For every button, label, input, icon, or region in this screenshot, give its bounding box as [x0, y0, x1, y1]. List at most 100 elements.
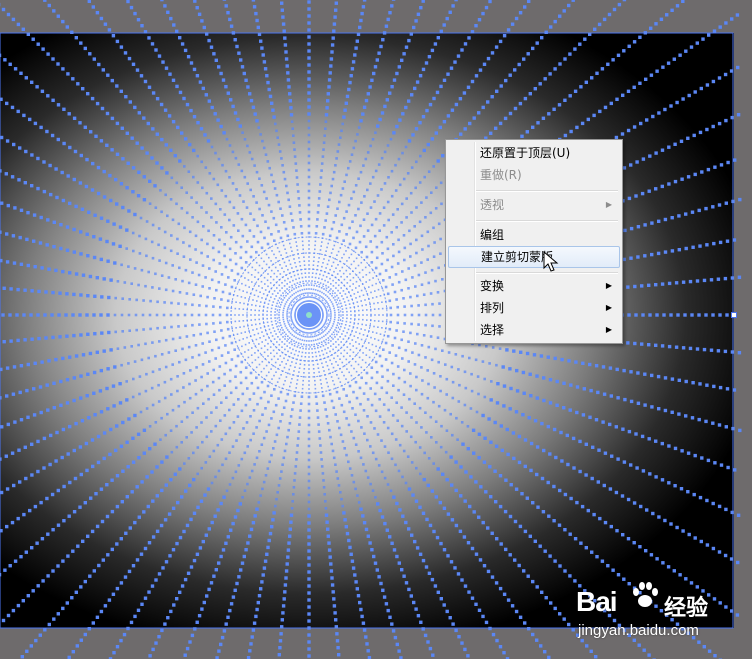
ray-dot: [56, 62, 60, 66]
ray-dot: [52, 617, 56, 621]
ray-dot: [389, 320, 392, 324]
ray-dot: [12, 142, 16, 147]
ray-dot: [58, 335, 62, 339]
ray-dot: [310, 344, 313, 346]
menu-item-redo[interactable]: 重做(R): [448, 164, 620, 186]
ray-dot: [150, 240, 154, 244]
ray-dot: [350, 364, 353, 367]
ray-dot: [307, 231, 311, 235]
ray-dot: [376, 194, 380, 197]
ray-dot: [322, 479, 325, 482]
ray-dot: [248, 298, 250, 300]
ray-dot: [478, 558, 483, 562]
ray-dot: [85, 394, 89, 398]
ray-dot: [160, 353, 164, 356]
ray-dot: [198, 323, 201, 326]
selection-handle-right[interactable]: [731, 312, 737, 318]
ray-dot: [147, 590, 151, 594]
ray-dot: [5, 394, 9, 398]
ray-dot: [93, 413, 97, 417]
ray-dot: [159, 102, 164, 107]
ray-dot: [160, 0, 164, 2]
ray-dot: [307, 182, 311, 186]
ray-dot: [339, 381, 342, 383]
ray-dot: [284, 399, 288, 403]
ray-dot: [567, 622, 571, 627]
ray-dot: [279, 207, 282, 210]
ray-dot: [308, 280, 310, 282]
menu-item-perspective[interactable]: 透视 ▶: [448, 194, 620, 216]
ray-dot: [25, 649, 29, 653]
ray-dot: [300, 395, 304, 398]
ray-dot: [353, 53, 357, 57]
ray-dot: [390, 361, 394, 365]
menu-item-select[interactable]: 选择 ▶: [448, 319, 620, 341]
ray-dot: [225, 396, 228, 399]
menu-item-make-clipping-mask[interactable]: 建立剪切蒙版: [448, 246, 620, 268]
ray-dot: [270, 233, 273, 236]
ray-dot: [65, 292, 69, 296]
ray-dot: [361, 304, 363, 307]
ray-dot: [404, 348, 408, 352]
ray-dot: [459, 465, 463, 469]
ray-dot: [294, 297, 296, 299]
radial-dot-rays-artwork[interactable]: [0, 0, 752, 659]
ray-dot: [210, 348, 214, 352]
ray-dot: [371, 343, 374, 346]
ray-dot: [74, 354, 79, 358]
ray-dot: [111, 34, 116, 38]
ray-dot: [302, 376, 305, 378]
ray-dot: [307, 224, 311, 228]
ray-dot: [114, 448, 118, 453]
ray-dot: [128, 100, 132, 104]
ray-dot: [278, 377, 281, 380]
ray-dot: [352, 190, 356, 194]
ray-dot: [62, 519, 66, 523]
ray-dot: [280, 618, 284, 622]
ray-dot: [424, 61, 429, 65]
ray-dot: [244, 284, 247, 287]
menu-item-group[interactable]: 编组: [448, 224, 620, 246]
ray-dot: [307, 154, 311, 158]
ray-dot: [384, 602, 389, 606]
ray-dot: [589, 388, 593, 393]
ray-dot: [498, 504, 503, 509]
ray-dot: [102, 195, 107, 199]
ray-dot: [397, 65, 401, 69]
ray-dot: [204, 351, 207, 354]
menu-item-undo-bring-to-front[interactable]: 还原置于顶层(U): [448, 142, 620, 164]
ray-dot: [280, 1, 284, 5]
ray-dot: [327, 78, 332, 82]
ray-dot: [261, 297, 263, 299]
ray-dot: [87, 416, 91, 420]
ray-dot: [379, 581, 383, 586]
ray-dot: [368, 541, 372, 545]
ray-dot: [303, 368, 306, 370]
ray-dot: [274, 311, 276, 313]
ray-dot: [392, 131, 396, 135]
ray-dot: [291, 300, 293, 302]
ray-dot: [325, 289, 327, 292]
ray-dot: [229, 391, 233, 395]
ray-dot: [439, 389, 442, 393]
ray-dot: [298, 416, 302, 419]
ray-dot: [0, 135, 4, 140]
ray-dot: [271, 250, 273, 252]
ray-dot: [230, 358, 234, 361]
ray-dot: [288, 99, 292, 103]
menu-item-transform[interactable]: 变换 ▶: [448, 275, 620, 297]
menu-item-arrange[interactable]: 排列 ▶: [448, 297, 620, 319]
ray-dot: [285, 252, 288, 254]
ray-dot: [176, 375, 179, 378]
ray-dot: [180, 186, 183, 189]
ray-dot: [46, 408, 50, 412]
ray-dot: [403, 246, 407, 250]
ray-dot: [261, 267, 264, 270]
ray-dot: [260, 280, 263, 283]
ray-dot: [208, 287, 211, 290]
ray-dot: [364, 245, 368, 249]
ray-dot: [673, 142, 677, 146]
ray-dot: [81, 87, 85, 91]
artwork-canvas[interactable]: [0, 0, 752, 659]
ray-dot: [325, 343, 327, 346]
